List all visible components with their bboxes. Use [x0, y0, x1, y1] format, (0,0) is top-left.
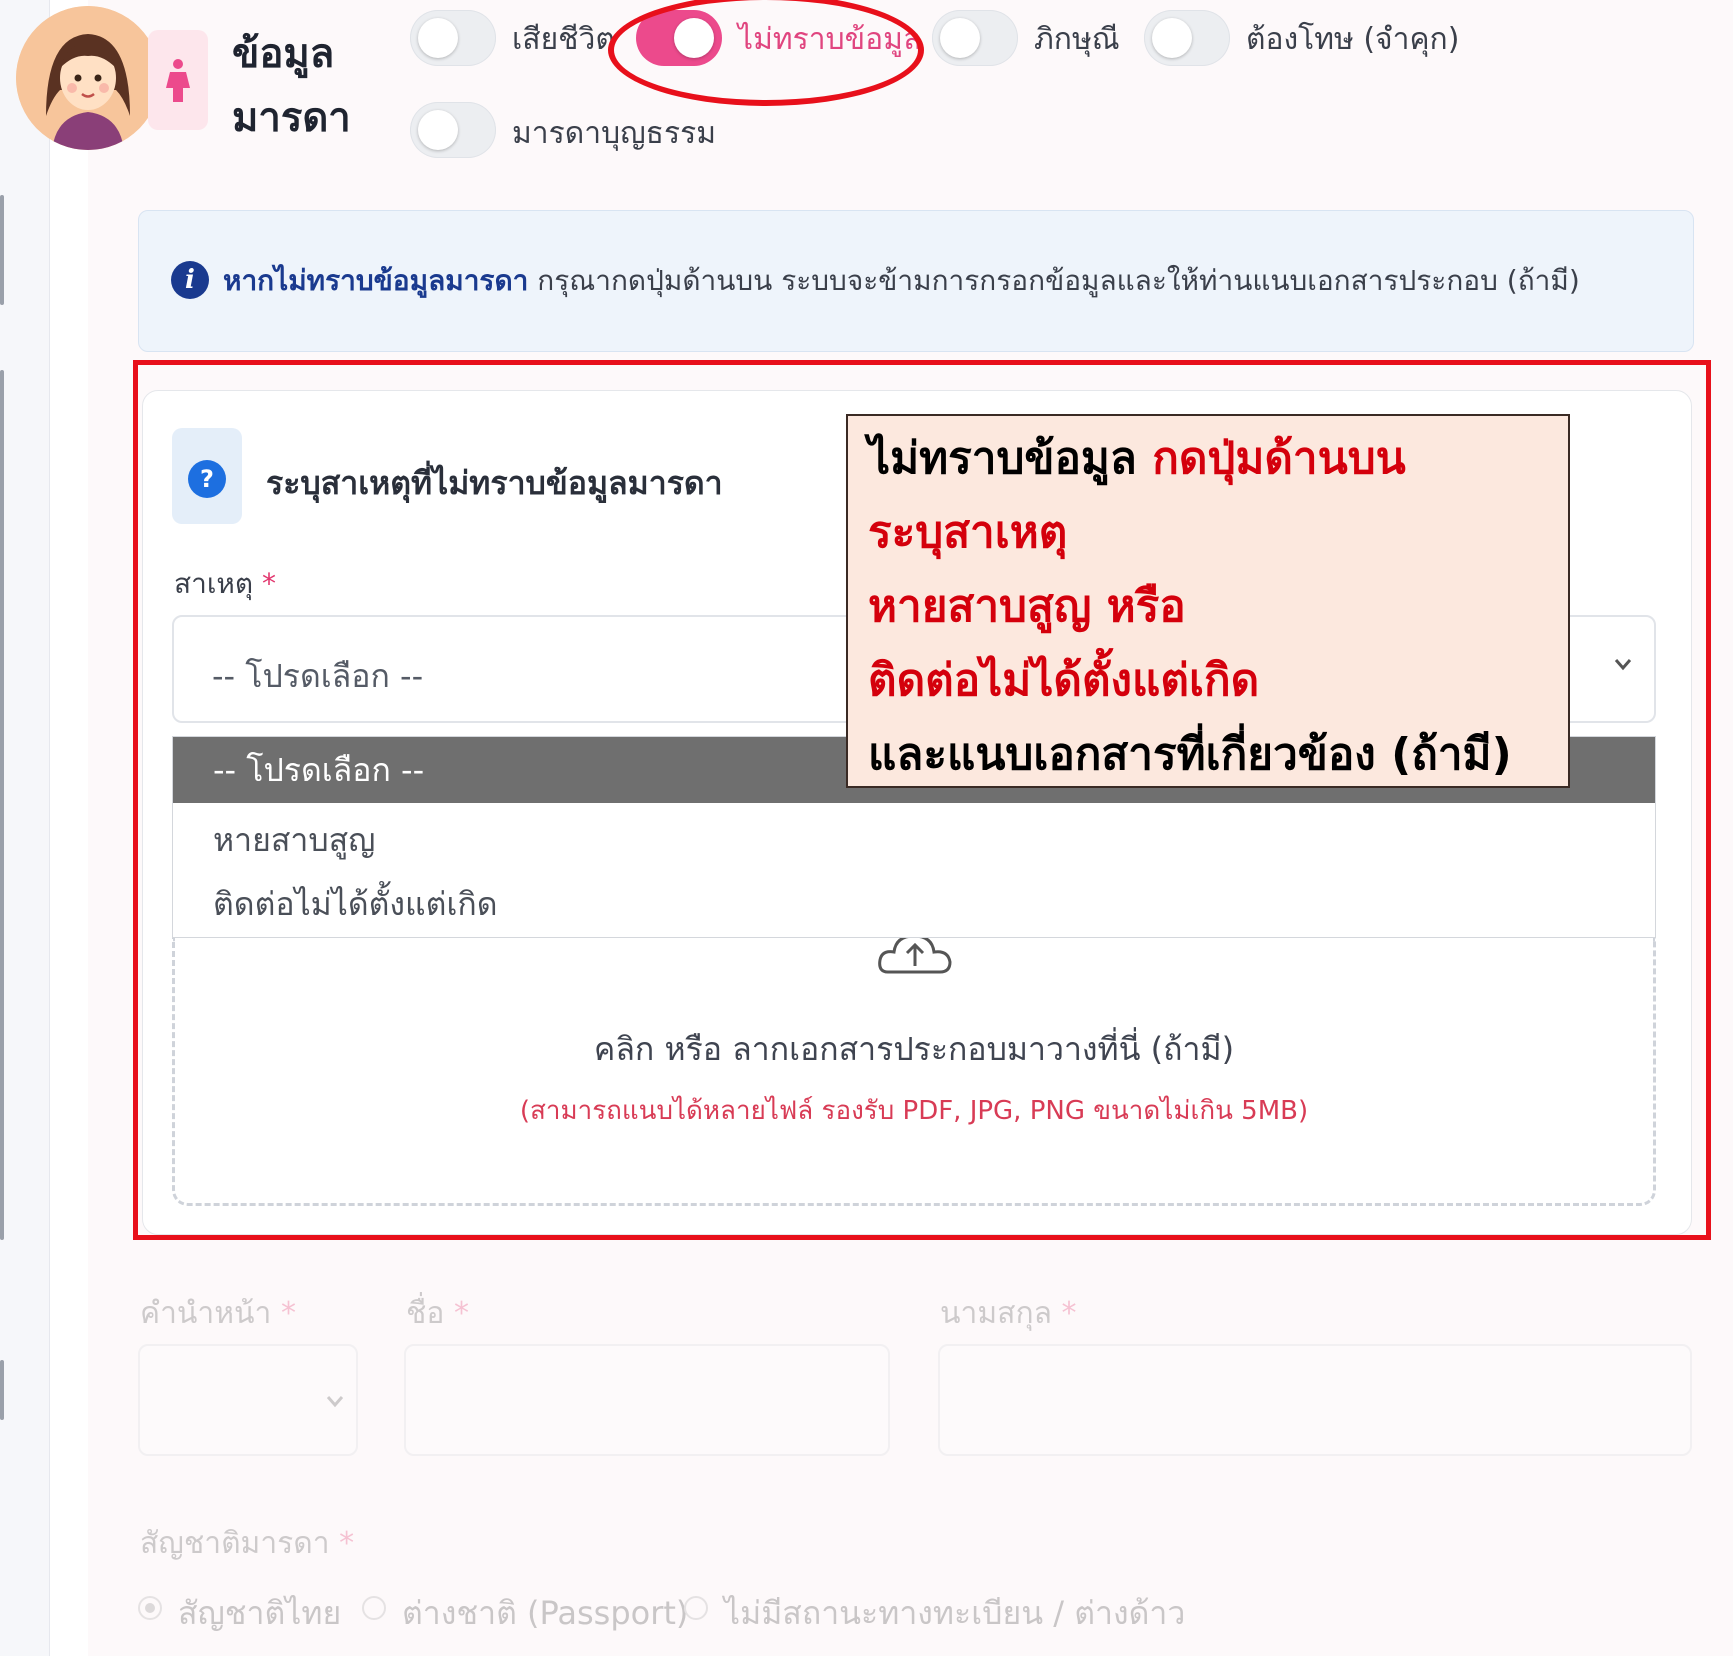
info-text-bold: หากไม่ทราบข้อมูลมารดา — [223, 264, 529, 297]
toggle-imprisoned[interactable] — [1144, 10, 1230, 66]
annotation-note: ไม่ทราบข้อมูล กดปุ่มด้านบน ระบุสาเหตุ หา… — [846, 414, 1570, 788]
woman-icon — [166, 59, 190, 102]
nationality-label: สัญชาติมารดา * — [140, 1526, 355, 1561]
prefix-select[interactable] — [138, 1344, 358, 1456]
mother-badge — [148, 30, 208, 130]
last-name-input[interactable] — [938, 1344, 1692, 1456]
toggle-adoptive-label: มารดาบุญธรรม — [512, 116, 716, 151]
toggle-deceased[interactable] — [410, 10, 496, 66]
info-icon: i — [171, 261, 209, 299]
first-name-label: ชื่อ * — [406, 1296, 469, 1331]
info-text-body: กรุณากดปุ่มด้านบน ระบบจะข้ามการกรอกข้อมู… — [528, 264, 1580, 297]
radio-thai-label: สัญชาติไทย — [178, 1594, 342, 1632]
section-title: ข้อมูล มารดา — [232, 31, 351, 141]
left-scroll-mark — [0, 1360, 4, 1420]
info-box: i หากไม่ทราบข้อมูลมารดา กรุณากดปุ่มด้านบ… — [138, 210, 1694, 352]
chevron-down-icon — [326, 1396, 344, 1408]
radio-stateless[interactable] — [684, 1596, 708, 1620]
mother-avatar — [16, 6, 160, 150]
annotation-line: ระบุสาเหตุ — [868, 507, 1068, 558]
toggle-nun-label: ภิกษุณี — [1034, 22, 1120, 57]
annotation-line: ติดต่อไม่ได้ตั้งแต่เกิด — [868, 655, 1260, 706]
first-name-input[interactable] — [404, 1344, 890, 1456]
left-scroll-mark — [0, 195, 4, 305]
radio-stateless-label: ไม่มีสถานะทางทะเบียน / ต่างด้าว — [724, 1594, 1186, 1632]
radio-foreign-label: ต่างชาติ (Passport) — [402, 1594, 689, 1632]
toggle-deceased-label: เสียชีวิต — [512, 22, 615, 57]
radio-foreign[interactable] — [362, 1596, 386, 1620]
toggle-adoptive[interactable] — [410, 102, 496, 158]
toggle-nun[interactable] — [932, 10, 1018, 66]
annotation-line: และแนบเอกสารที่เกี่ยวข้อง (ถ้ามี) — [868, 729, 1512, 780]
prefix-label: คำนำหน้า * — [140, 1296, 296, 1331]
toggle-imprisoned-label: ต้องโทษ (จำคุก) — [1246, 22, 1460, 57]
left-strip — [0, 0, 50, 1656]
annotation-line: หายสาบสูญ หรือ — [868, 581, 1186, 632]
annotation-line: ไม่ทราบข้อมูล กดปุ่มด้านบน — [868, 433, 1406, 484]
info-text: หากไม่ทราบข้อมูลมารดา กรุณากดปุ่มด้านบน … — [223, 261, 1580, 301]
last-name-label: นามสกุล * — [940, 1296, 1077, 1331]
radio-thai[interactable] — [138, 1596, 162, 1620]
